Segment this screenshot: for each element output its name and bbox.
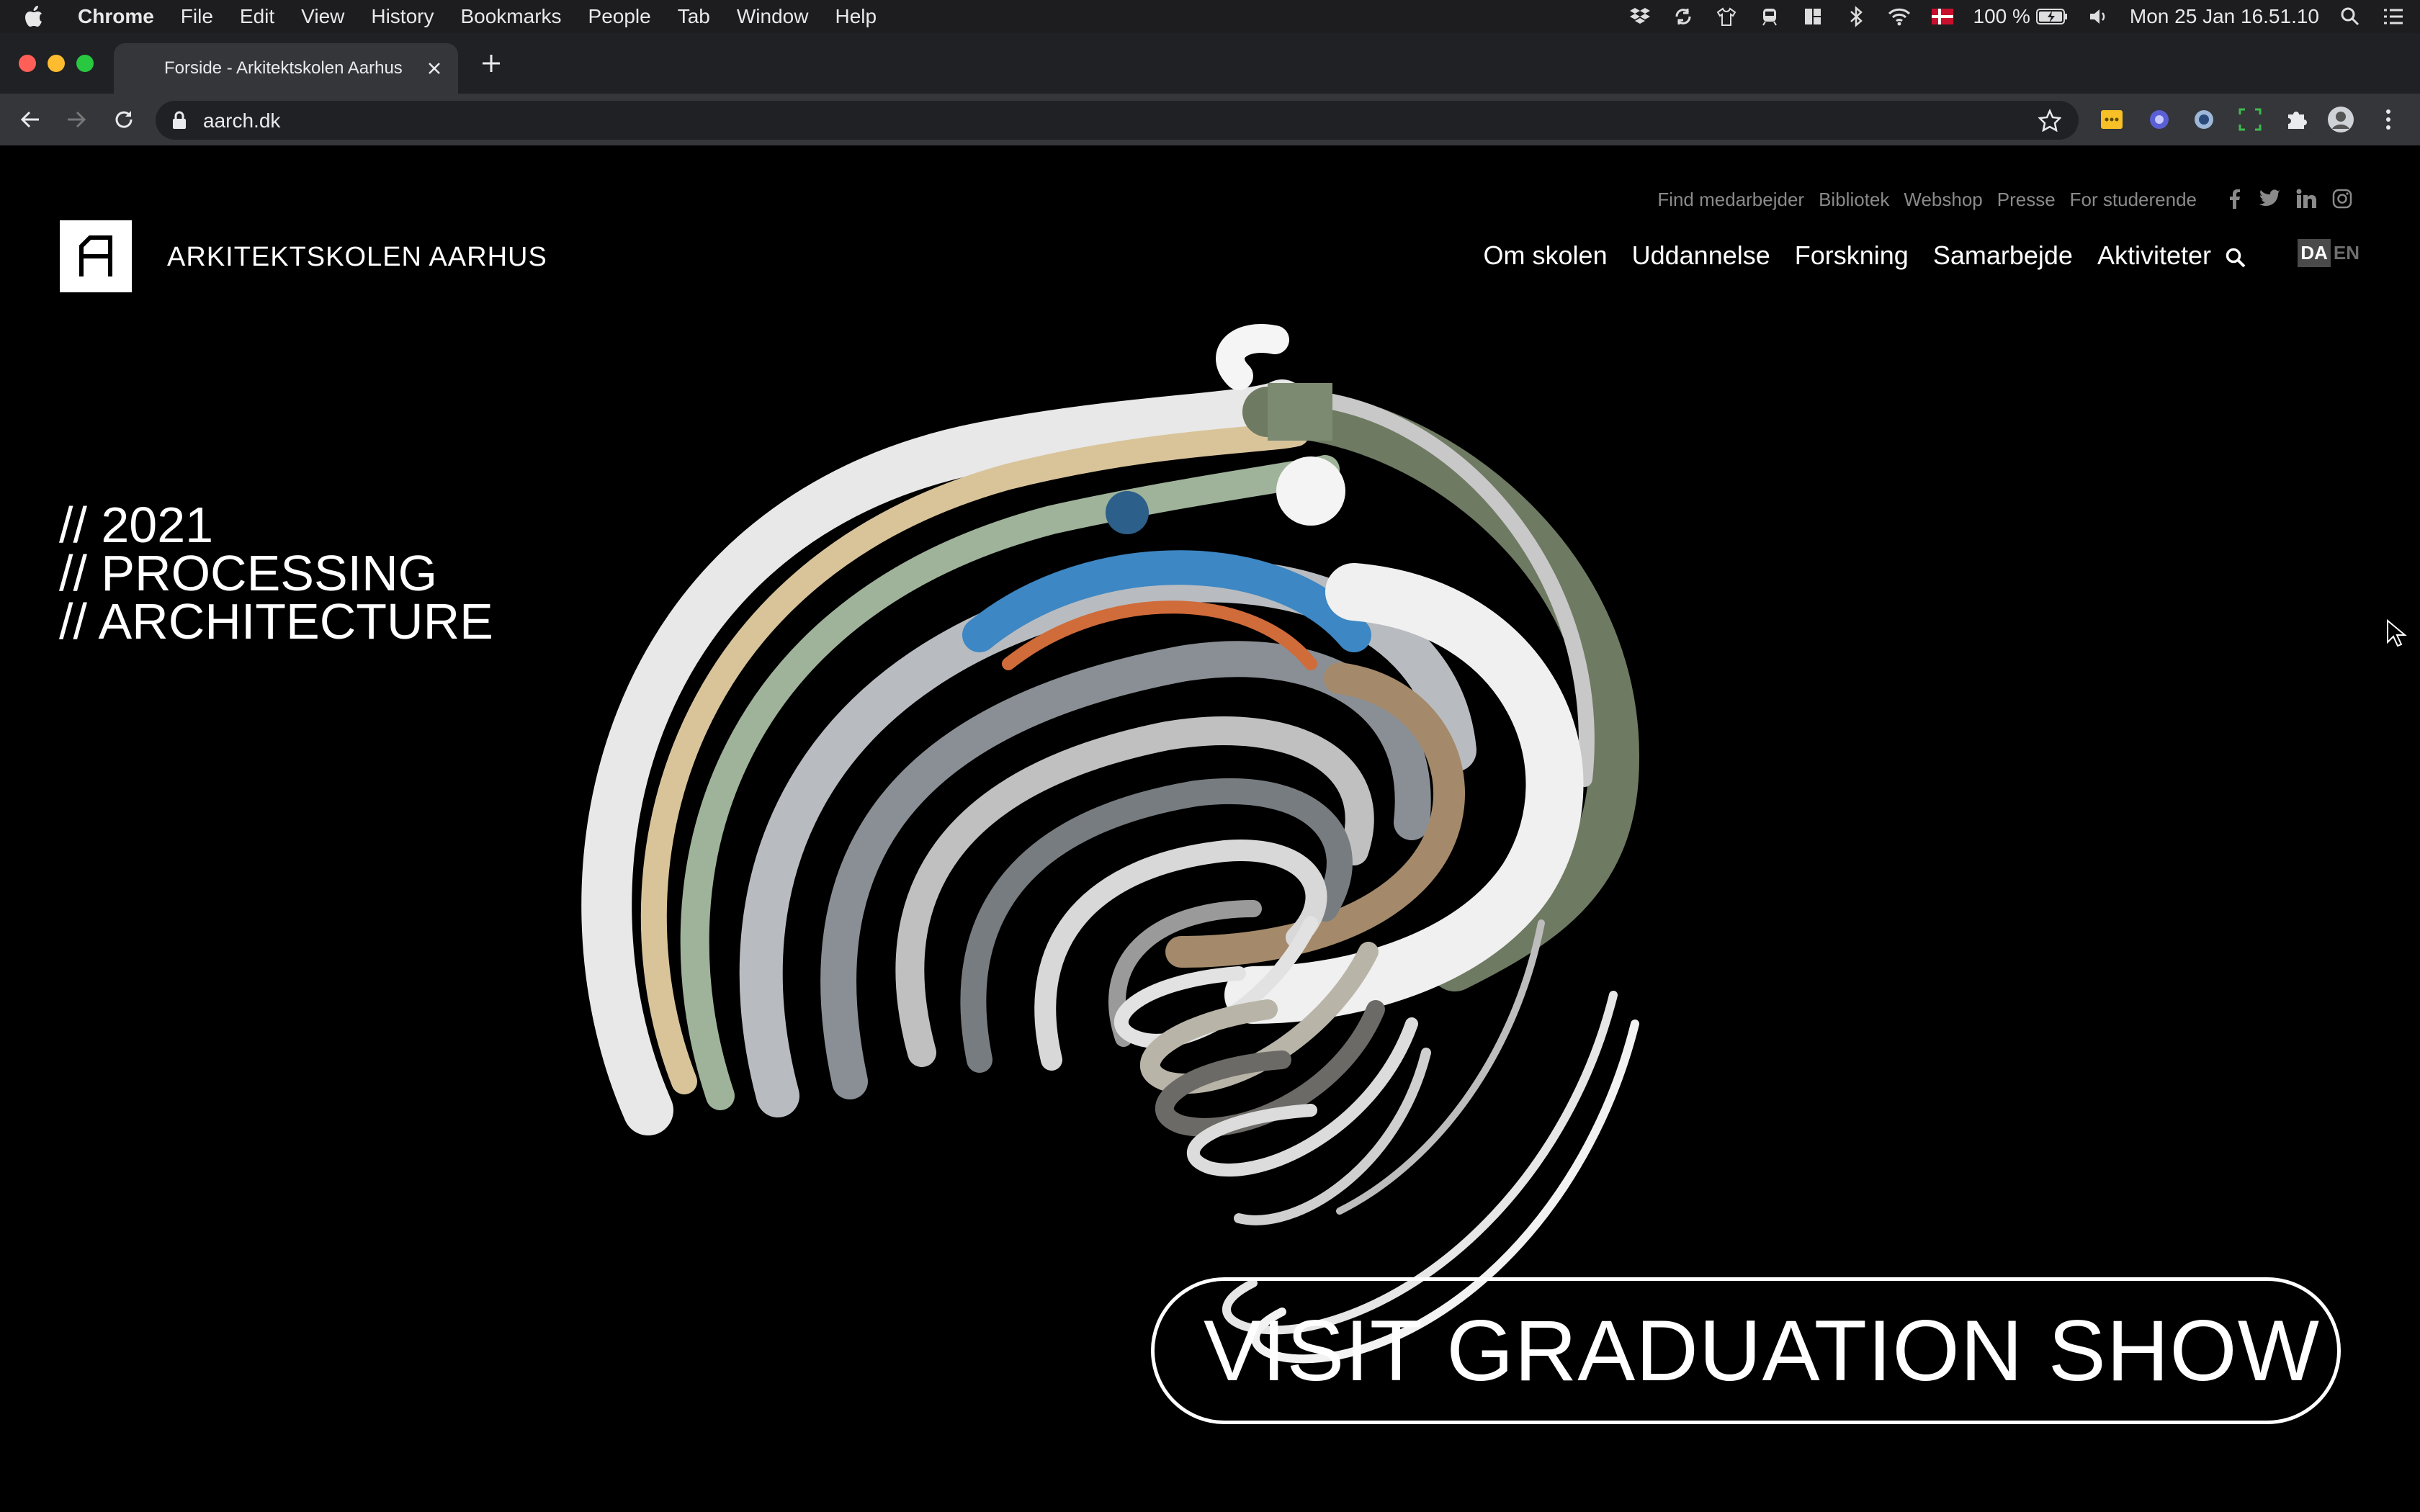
menu-edit[interactable]: Edit	[240, 5, 274, 28]
menu-app-chrome[interactable]: Chrome	[78, 5, 154, 28]
layout-icon[interactable]	[1801, 4, 1825, 29]
extensions-puzzle-icon[interactable]	[2282, 105, 2311, 134]
utility-link-for-studerende[interactable]: For studerende	[2070, 189, 2197, 211]
macos-menubar: Chrome File Edit View History Bookmarks …	[0, 0, 2420, 33]
mouse-cursor-icon	[2387, 619, 2407, 647]
menu-file[interactable]: File	[181, 5, 213, 28]
extension-globe-icon[interactable]	[2145, 105, 2174, 134]
cta-label: VISIT GRADUATION SHOW	[1204, 1302, 2321, 1399]
menu-help[interactable]: Help	[835, 5, 877, 28]
facebook-icon[interactable]	[2221, 186, 2247, 212]
spotlight-search-icon[interactable]	[2338, 4, 2362, 29]
address-bar[interactable]: aarch.dk	[156, 101, 2079, 140]
window-minimize-button[interactable]	[48, 55, 65, 72]
url-text[interactable]: aarch.dk	[203, 109, 280, 132]
chrome-menu-icon[interactable]	[2374, 105, 2403, 134]
shirt-icon[interactable]	[1714, 4, 1739, 29]
lang-en[interactable]: EN	[2331, 239, 2362, 267]
lock-icon[interactable]	[171, 110, 190, 130]
volume-icon[interactable]	[2087, 4, 2111, 29]
profile-avatar[interactable]	[2326, 105, 2355, 134]
extension-ring-icon[interactable]	[2190, 105, 2218, 134]
battery-percent: 100 %	[1973, 5, 2030, 27]
window-zoom-button[interactable]	[76, 55, 94, 72]
lang-da[interactable]: DA	[2298, 239, 2331, 267]
site-logo[interactable]	[60, 220, 132, 292]
utility-link-presse[interactable]: Presse	[1997, 189, 2056, 211]
tab-active[interactable]: Forside - Arkitektskolen Aarhus	[114, 43, 458, 94]
visit-graduation-show-button[interactable]: VISIT GRADUATION SHOW	[1151, 1277, 2341, 1424]
bluetooth-icon[interactable]	[1844, 4, 1868, 29]
twitter-icon[interactable]	[2257, 186, 2283, 212]
browser-tabstrip: Forside - Arkitektskolen Aarhus	[0, 33, 2420, 94]
hero-line-2: // PROCESSING	[59, 545, 438, 601]
brand-name[interactable]: ARKITEKTSKOLEN AARHUS	[167, 242, 547, 273]
hero-heading: // 2021 // PROCESSING // ARCHITECTURE	[59, 497, 493, 649]
sync-icon[interactable]	[1671, 4, 1695, 29]
train-icon[interactable]	[1757, 4, 1782, 29]
instagram-icon[interactable]	[2329, 186, 2355, 212]
menu-window[interactable]: Window	[737, 5, 809, 28]
new-tab-icon[interactable]	[477, 49, 506, 78]
menu-history[interactable]: History	[371, 5, 434, 28]
nav-aktiviteter[interactable]: Aktiviteter	[2097, 240, 2211, 271]
wifi-icon[interactable]	[1887, 4, 1912, 29]
hero-swirl-artwork	[581, 324, 1639, 1364]
menu-view[interactable]: View	[301, 5, 344, 28]
dropbox-icon[interactable]	[1628, 4, 1652, 29]
nav-forskning[interactable]: Forskning	[1795, 240, 1909, 271]
webpage: ARKITEKTSKOLEN AARHUS Find medarbejder B…	[0, 145, 2420, 1512]
utility-nav: Find medarbejder Bibliotek Webshop Press…	[1643, 189, 2197, 211]
apple-icon[interactable]	[24, 6, 65, 27]
tab-close-icon[interactable]	[424, 58, 445, 79]
menu-people[interactable]: People	[588, 5, 651, 28]
control-center-icon[interactable]	[2381, 4, 2406, 29]
menu-bookmarks[interactable]: Bookmarks	[460, 5, 561, 28]
browser-toolbar: aarch.dk	[0, 94, 2420, 145]
window-close-button[interactable]	[19, 55, 36, 72]
back-icon[interactable]	[14, 104, 46, 135]
battery-icon[interactable]	[2035, 4, 2068, 29]
nav-samarbejde[interactable]: Samarbejde	[1933, 240, 2073, 271]
bookmark-star-icon[interactable]	[2038, 108, 2062, 132]
utility-link-find-medarbejder[interactable]: Find medarbejder	[1657, 189, 1804, 211]
utility-link-bibliotek[interactable]: Bibliotek	[1819, 189, 1889, 211]
language-switcher: DA EN	[2298, 239, 2362, 267]
utility-link-webshop[interactable]: Webshop	[1904, 189, 1982, 211]
extension-notes-icon[interactable]	[2097, 105, 2126, 134]
site-search-icon[interactable]	[2221, 243, 2250, 272]
tab-title: Forside - Arkitektskolen Aarhus	[164, 58, 403, 78]
reload-icon[interactable]	[108, 104, 140, 135]
menu-tab[interactable]: Tab	[678, 5, 710, 28]
forward-icon[interactable]	[60, 104, 92, 135]
social-links	[2211, 186, 2355, 212]
danish-flag-icon[interactable]	[1930, 4, 1955, 29]
linkedin-icon[interactable]	[2293, 186, 2319, 212]
hero-line-3: // ARCHITECTURE	[59, 593, 493, 649]
extension-capture-icon[interactable]	[2236, 105, 2264, 134]
clock[interactable]: Mon 25 Jan 16.51.10	[2130, 5, 2319, 28]
logo-a-mark-icon	[79, 235, 112, 276]
status-area: 100 % Mon 25 Jan 16.51.10	[1609, 0, 2420, 33]
hero-line-1: // 2021	[59, 497, 214, 553]
